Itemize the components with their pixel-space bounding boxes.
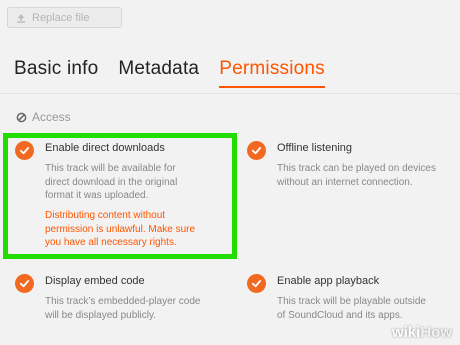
access-section-header: Access [16, 110, 71, 124]
option-description: This track will be available for direct … [45, 163, 178, 201]
tab-bar: Basic info Metadata Permissions [14, 58, 325, 88]
option-title: Offline listening [277, 142, 353, 154]
option-description: This track will be playable outside of S… [277, 296, 426, 321]
tab-basic-info[interactable]: Basic info [14, 58, 98, 88]
option-title: Display embed code [45, 275, 145, 287]
option-warning: Distributing content without permission … [45, 210, 196, 248]
option-description: This track’s embedded-player code will b… [45, 296, 201, 321]
tab-divider [0, 93, 460, 94]
option-title: Enable app playback [277, 275, 380, 287]
option-title: Enable direct downloads [45, 142, 165, 154]
checkbox-embed-code[interactable] [15, 274, 34, 293]
check-icon [251, 280, 262, 288]
no-access-icon [16, 112, 27, 122]
tab-permissions[interactable]: Permissions [219, 58, 325, 88]
upload-icon [17, 13, 25, 23]
tab-metadata[interactable]: Metadata [118, 58, 199, 88]
checkbox-direct-downloads[interactable] [15, 141, 34, 160]
access-label: Access [32, 110, 71, 124]
replace-file-label: Replace file [32, 11, 90, 24]
checkbox-app-playback[interactable] [247, 274, 266, 293]
check-icon [251, 147, 262, 155]
replace-file-button[interactable]: Replace file [7, 7, 122, 28]
option-description: This track can be played on devices with… [277, 163, 436, 188]
wikihow-watermark: wikiHow [391, 324, 452, 341]
checkbox-offline-listening[interactable] [247, 141, 266, 160]
check-icon [19, 280, 30, 288]
check-icon [19, 147, 30, 155]
